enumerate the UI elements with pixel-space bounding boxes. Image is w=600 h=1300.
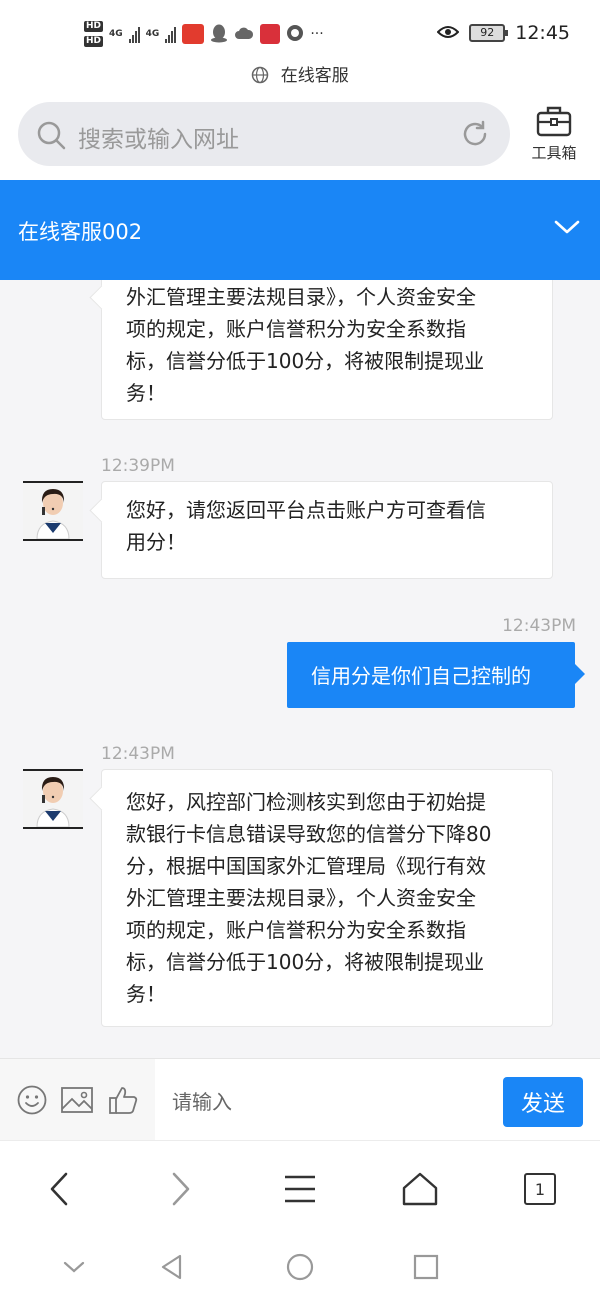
battery-indicator: 92: [469, 24, 509, 42]
signal-icon: [165, 25, 177, 43]
message-line: 外汇管理主要法规目录》，个人资金安全: [126, 285, 476, 309]
status-icons-right: 92 12:45: [436, 22, 570, 44]
message-line: 务！: [126, 381, 166, 405]
network-4g-label: 4G: [109, 29, 123, 39]
message-line: 款银行卡信息错误导致您的信誉分下降80: [126, 822, 492, 846]
toolbox-icon: [536, 106, 572, 137]
more-icon: ···: [310, 26, 324, 42]
clock: 12:45: [515, 22, 570, 44]
page-url-bar[interactable]: 在线客服: [0, 62, 600, 90]
globe-icon: [252, 66, 269, 84]
back-button[interactable]: [38, 1167, 82, 1211]
browser-nav-bar: 1: [0, 1140, 600, 1235]
thumbs-up-icon[interactable]: [107, 1084, 139, 1116]
hd-badge: HD: [84, 36, 104, 47]
message-timestamp: 12:43PM: [101, 744, 175, 764]
qq-icon: [210, 23, 228, 46]
chevron-down-icon[interactable]: [554, 218, 580, 236]
message-line: 信用分是你们自己控制的: [311, 664, 531, 688]
app-circle-icon: [286, 24, 304, 45]
status-icons-left: HD HD 4G 4G ···: [84, 16, 324, 52]
agent-message-bubble: 您好，请您返回平台点击账户方可查看信 用分！: [101, 481, 553, 579]
agent-avatar: [23, 481, 83, 541]
emoji-icon[interactable]: [16, 1084, 48, 1116]
send-button[interactable]: 发送: [503, 1077, 583, 1127]
search-icon: [37, 121, 66, 150]
system-back-button[interactable]: [155, 1251, 187, 1283]
search-input[interactable]: 搜索或输入网址: [18, 102, 510, 166]
message-line: 项的规定，账户信誉积分为安全系数指: [126, 918, 466, 942]
signal-icon: [128, 25, 140, 43]
message-line: 您好，风控部门检测核实到您由于初始提: [126, 790, 486, 814]
browser-toolbar: 搜索或输入网址 工具箱: [0, 90, 600, 180]
toolbox-button[interactable]: 工具箱: [524, 102, 584, 168]
search-placeholder: 搜索或输入网址: [78, 127, 239, 153]
chevron-right-icon: [172, 1172, 190, 1206]
input-tools: [0, 1059, 155, 1141]
image-icon[interactable]: [60, 1085, 94, 1115]
page-title: 在线客服: [280, 66, 349, 86]
menu-button[interactable]: [278, 1167, 322, 1211]
news-app-icon: [182, 24, 205, 44]
chevron-left-icon: [50, 1172, 68, 1206]
system-nav-bar: [0, 1235, 600, 1300]
hd-badge: HD: [84, 21, 104, 32]
message-line: 分，根据中国国家外汇管理局《现行有效: [126, 854, 486, 878]
forward-button[interactable]: [158, 1167, 202, 1211]
message-line: 您好，请您返回平台点击账户方可查看信: [126, 498, 486, 522]
book-app-icon: [260, 24, 281, 44]
triangle-back-icon: [161, 1254, 182, 1280]
message-input-bar: 请输入 发送: [0, 1058, 600, 1141]
chat-header: 在线客服002: [0, 180, 600, 280]
toolbox-label: 工具箱: [531, 144, 577, 162]
home-icon: [402, 1172, 438, 1206]
circle-home-icon: [286, 1253, 314, 1281]
message-line: 务！: [126, 982, 166, 1006]
message-line: 项的规定，账户信誉积分为安全系数指: [126, 317, 466, 341]
system-recents-button[interactable]: [410, 1251, 442, 1283]
network-4g-label: 4G: [145, 29, 160, 39]
status-bar: HD HD 4G 4G ··· 92 12:45: [0, 0, 600, 62]
message-timestamp: 12:39PM: [101, 456, 175, 476]
chevron-down-icon: [63, 1261, 85, 1273]
menu-icon: [285, 1175, 315, 1203]
message-line: 标，信誉分低于100分，将被限制提现业: [126, 349, 485, 373]
tab-count: 1: [524, 1173, 556, 1205]
square-recents-icon: [413, 1254, 439, 1280]
hd-badges: HD HD: [84, 21, 104, 47]
agent-message-bubble: 您好，风控部门检测核实到您由于初始提 款银行卡信息错误导致您的信誉分下降80 分…: [101, 769, 553, 1027]
chat-title: 在线客服002: [18, 220, 143, 244]
message-timestamp: 12:43PM: [502, 616, 576, 636]
eye-icon: [436, 22, 460, 44]
system-home-button[interactable]: [284, 1251, 316, 1283]
tabs-button[interactable]: 1: [518, 1167, 562, 1211]
message-input[interactable]: 请输入: [172, 1086, 232, 1115]
chat-message-list[interactable]: 外汇管理主要法规目录》，个人资金安全 项的规定，账户信誉积分为安全系数指 标，信…: [0, 280, 600, 1058]
message-line: 外汇管理主要法规目录》，个人资金安全: [126, 886, 476, 910]
home-button[interactable]: [398, 1167, 442, 1211]
user-message-bubble: 信用分是你们自己控制的: [287, 642, 585, 708]
cloud-icon: [234, 26, 254, 43]
refresh-icon[interactable]: [460, 119, 490, 149]
message-line: 用分！: [126, 530, 186, 554]
message-line: 标，信誉分低于100分，将被限制提现业: [126, 950, 485, 974]
agent-avatar: [23, 769, 83, 829]
hide-nav-button[interactable]: [58, 1251, 90, 1283]
agent-message-bubble: 外汇管理主要法规目录》，个人资金安全 项的规定，账户信誉积分为安全系数指 标，信…: [101, 280, 553, 420]
